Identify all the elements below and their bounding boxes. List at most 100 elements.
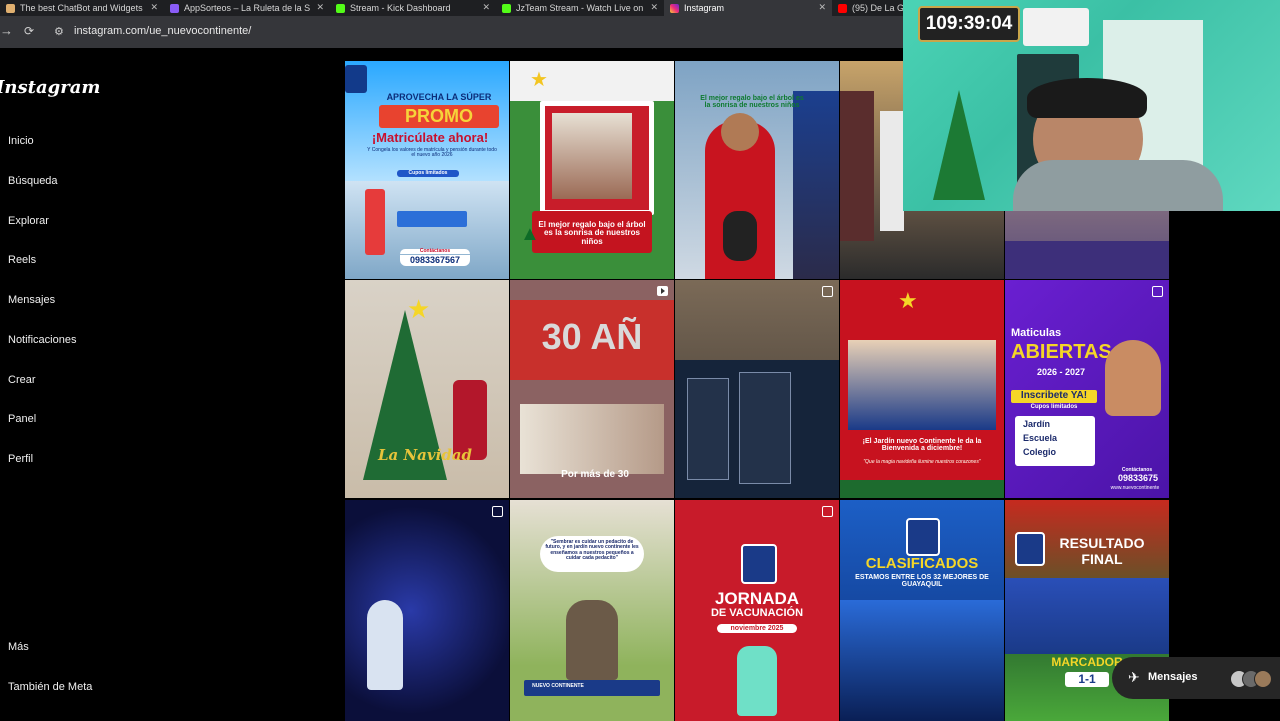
streamer-shirt (1013, 160, 1223, 211)
nav-mensajes[interactable]: Mensajes (8, 294, 55, 306)
send-icon: ✈ (1128, 669, 1140, 685)
post-bienvenida-diciembre[interactable]: ★ ¡El Jardín nuevo Continente le da la B… (840, 280, 1004, 498)
reload-icon[interactable]: ⟳ (24, 24, 34, 38)
carousel-icon (822, 506, 833, 517)
res-line2: FINAL (1081, 551, 1123, 567)
old-photos (520, 404, 664, 474)
carousel-icon (492, 506, 503, 517)
post-stage[interactable] (345, 500, 509, 721)
footer-strip (1005, 241, 1169, 279)
mat-line4: Inscribete YA! (1011, 390, 1097, 403)
site-info-icon[interactable]: ⚙ (54, 25, 64, 38)
nav-panel[interactable]: Panel (8, 413, 36, 425)
nav-crear[interactable]: Crear (8, 374, 36, 386)
tab-favicon (336, 3, 345, 13)
kids-photo (848, 340, 996, 430)
promo-phone: 0983367567 (400, 255, 470, 267)
tab-favicon (170, 3, 179, 13)
nav-inicio[interactable]: Inicio (8, 135, 34, 147)
post-vacunacion[interactable]: JORNADA DE VACUNACIÓN noviembre 2025 (675, 500, 839, 721)
reel-icon (657, 286, 668, 296)
close-icon[interactable]: ✕ (818, 2, 826, 13)
board-panel (687, 378, 729, 480)
kids-photo (552, 113, 632, 199)
tab-kick-dashboard[interactable]: Stream - Kick Dashboard ✕ (330, 0, 496, 16)
mat-phone: 09833675 (1117, 473, 1159, 483)
res-score: 1-1 (1065, 672, 1109, 687)
post-mejor-regalo-1[interactable]: ★ El mejor regalo bajo el árbol es la so… (510, 61, 674, 279)
star-icon: ★ (407, 294, 431, 324)
penguin-motif (723, 211, 757, 261)
tab-appsorteos[interactable]: AppSorteos – La Ruleta de la S ✕ (164, 0, 330, 16)
messages-label: Mensajes (1148, 671, 1198, 683)
dancer-figure (367, 600, 403, 690)
level-escuela: Escuela (1023, 433, 1058, 443)
child-portrait (1105, 340, 1161, 416)
tab-jzteam[interactable]: JzTeam Stream - Watch Live on ✕ (496, 0, 664, 16)
nav-notificaciones[interactable]: Notificaciones (8, 334, 76, 346)
air-conditioner (1023, 8, 1089, 46)
nav-busqueda[interactable]: Búsqueda (8, 175, 58, 187)
instagram-logo[interactable]: Instagram (0, 77, 100, 98)
star-icon: ★ (898, 288, 918, 313)
nav-tambien-de-meta[interactable]: También de Meta (8, 681, 92, 693)
post-science-fair[interactable] (675, 280, 839, 498)
board-panel (739, 372, 791, 484)
post-sembrar[interactable]: "Sembrar es cuidar un pedacito de futuro… (510, 500, 674, 721)
clas-line1: CLASIFICADOS (865, 555, 979, 572)
post-navidad-tree[interactable]: ★ La Navidad (345, 280, 509, 498)
post-clasificados[interactable]: CLASIFICADOS ESTAMOS ENTRE LOS 32 MEJORE… (840, 500, 1004, 721)
streamer-hair (1027, 78, 1147, 118)
tab-title: (95) De La G (852, 3, 905, 13)
nav-explorar[interactable]: Explorar (8, 215, 49, 227)
tab-title: AppSorteos – La Ruleta de la S (184, 3, 311, 13)
syringe-hand (737, 646, 777, 716)
toy-blocks (365, 189, 385, 255)
garland (840, 480, 1004, 498)
forward-icon[interactable]: → (0, 23, 13, 38)
youtube-icon (838, 3, 847, 13)
caption-text: ¡El Jardín nuevo Continente le da la Bie… (862, 438, 982, 453)
tab-instagram[interactable]: Instagram ✕ (664, 0, 832, 16)
post-mejor-regalo-2[interactable]: El mejor regalo bajo el árbol es la sonr… (675, 61, 839, 279)
nav-mas[interactable]: Más (8, 641, 29, 653)
instagram-icon (670, 3, 679, 13)
close-icon[interactable]: ✕ (482, 2, 490, 13)
post-matriculas[interactable]: Maticulas ABIERTAS 2026 - 2027 Inscribet… (1005, 280, 1169, 498)
person-left (840, 91, 874, 241)
close-icon[interactable]: ✕ (150, 2, 158, 13)
tab-youtube[interactable]: (95) De La G (832, 0, 912, 16)
post-promo[interactable]: APROVECHA LA SÚPER PROMO ¡Matricúlate ah… (345, 61, 509, 279)
school-crest-icon (906, 518, 940, 556)
team-photo (840, 600, 1004, 721)
stream-timer: 109:39:04 (918, 6, 1020, 42)
level-colegio: Colegio (1023, 447, 1056, 457)
child-figure (566, 600, 618, 680)
messages-button[interactable]: ✈ Mensajes (1112, 657, 1280, 699)
vac-line1: JORNADA (714, 589, 800, 608)
caption-sub: "Que la magia navideña ilumine nuestros … (863, 459, 981, 465)
level-jardin: Jardín (1023, 419, 1051, 429)
promo-line2: PROMO (379, 105, 499, 128)
url-field[interactable]: instagram.com/ue_nuevocontinente/ (74, 25, 251, 37)
carousel-icon (1152, 286, 1163, 297)
caption-text: El mejor regalo bajo el árbol es la sonr… (538, 220, 646, 246)
nav-reels[interactable]: Reels (8, 254, 36, 266)
promo-line1: APROVECHA LA SÚPER (386, 92, 492, 102)
school-crest-icon (741, 544, 777, 584)
post-30-anos[interactable]: 30 AÑ Por más de 30 (510, 280, 674, 498)
close-icon[interactable]: ✕ (316, 2, 324, 13)
promo-line3: ¡Matricúlate ahora! (371, 130, 489, 145)
res-line1: RESULTADO (1059, 535, 1145, 551)
mat-line3: 2026 - 2027 (1036, 367, 1086, 377)
footer-text: NUEVO CONTINENTE (532, 683, 584, 689)
nav-perfil[interactable]: Perfil (8, 453, 33, 465)
caption-text: El mejor regalo bajo el árbol es la sonr… (700, 95, 804, 110)
close-icon[interactable]: ✕ (650, 2, 658, 13)
tab-title: JzTeam Stream - Watch Live on (516, 3, 644, 13)
tab-chatbot[interactable]: The best ChatBot and Widgets ✕ (0, 0, 164, 16)
clas-line2: ESTAMOS ENTRE LOS 32 MEJORES DE GUAYAQUI… (855, 574, 989, 589)
tab-title: Stream - Kick Dashboard (350, 3, 451, 13)
carousel-icon (822, 286, 833, 297)
tab-favicon (6, 3, 15, 13)
